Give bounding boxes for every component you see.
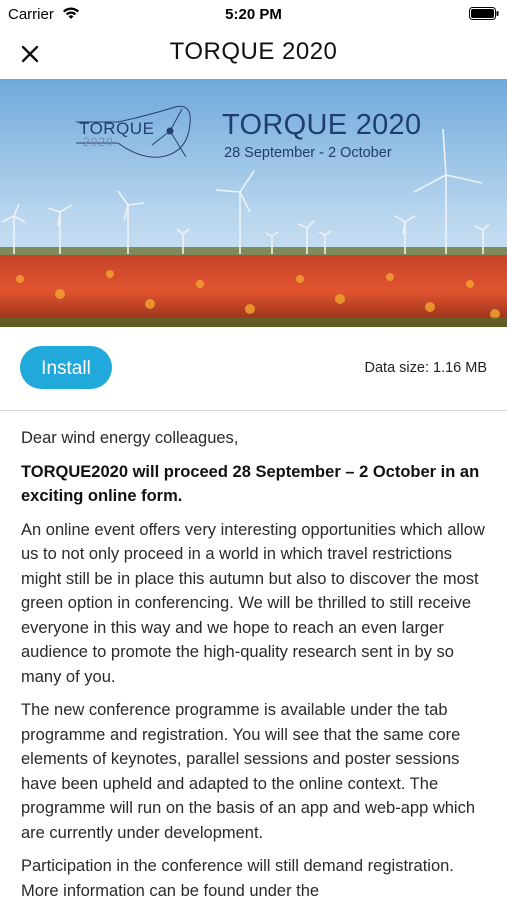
description-content: Dear wind energy colleagues, TORQUE2020 … [21,426,491,912]
headline-text: TORQUE2020 will proceed 28 September – 2… [21,462,480,506]
banner-image: TORQUE 2020 TORQUE 2020 28 September - 2… [0,79,507,327]
status-bar: Carrier 5:20 PM [0,0,507,30]
paragraph-3: Participation in the conference will sti… [21,857,454,900]
install-button[interactable]: Install [20,346,112,389]
status-time: 5:20 PM [225,6,282,23]
paragraph-1: An online event offers very interesting … [21,520,485,686]
battery-icon [469,7,499,20]
greeting-text: Dear wind energy colleagues, [21,429,239,447]
banner-logo-year: 2020 [83,135,114,149]
page-title: TORQUE 2020 [169,38,338,65]
data-size-label: Data size: 1.16 MB [364,360,488,376]
navigation-bar: TORQUE 2020 [0,30,507,78]
paragraph-2: The new conference programme is availabl… [21,701,476,842]
install-section: Install Data size: 1.16 MB [0,327,507,411]
banner-title: TORQUE 2020 [222,109,422,141]
banner-dates: 28 September - 2 October [224,145,392,161]
